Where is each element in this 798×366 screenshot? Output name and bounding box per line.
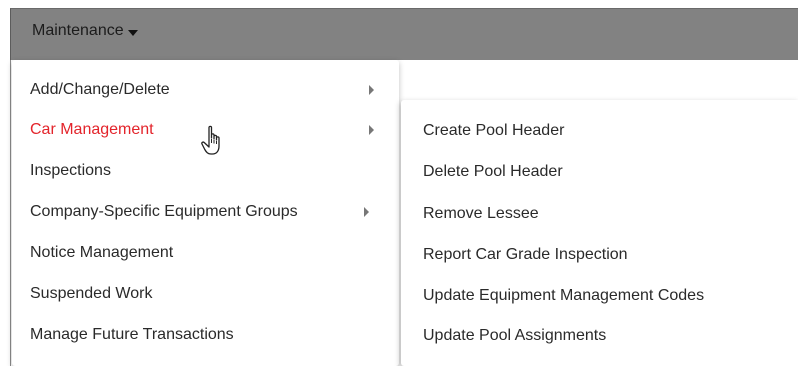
menu-item-label: Manage Future Transactions: [30, 326, 234, 343]
chevron-right-icon: [369, 125, 374, 135]
menu-item-add-change-delete[interactable]: Add/Change/Delete: [12, 70, 399, 110]
hand-pointer-icon: [201, 125, 220, 155]
submenu-item-label: Create Pool Header: [423, 122, 565, 139]
car-management-submenu: Create Pool Header Delete Pool Header Re…: [401, 100, 798, 366]
submenu-item-label: Delete Pool Header: [423, 163, 563, 180]
chevron-right-icon: [364, 207, 369, 217]
menu-item-suspended-work[interactable]: Suspended Work: [12, 274, 399, 314]
navbar: Maintenance: [10, 8, 798, 60]
menu-item-label: Inspections: [30, 162, 111, 179]
page: Maintenance Add/Change/Delete Car Manage…: [0, 0, 798, 366]
submenu-item-update-equipment-management-codes[interactable]: Update Equipment Management Codes: [401, 276, 798, 316]
maintenance-dropdown-menu: Add/Change/Delete Car Management Inspect…: [12, 60, 399, 366]
submenu-item-remove-lessee[interactable]: Remove Lessee: [401, 194, 798, 234]
menu-item-manage-future-transactions[interactable]: Manage Future Transactions: [12, 315, 399, 355]
submenu-item-label: Update Pool Assignments: [423, 327, 607, 344]
page-edge-strip: [10, 60, 11, 366]
submenu-item-update-pool-assignments[interactable]: Update Pool Assignments: [401, 316, 798, 356]
menu-item-label: Add/Change/Delete: [30, 81, 170, 98]
submenu-item-label: Update Equipment Management Codes: [423, 287, 705, 304]
menu-item-company-specific-equipment-groups[interactable]: Company-Specific Equipment Groups: [12, 192, 399, 232]
menu-item-notice-management[interactable]: Notice Management: [12, 233, 399, 273]
submenu-item-report-car-grade-inspection[interactable]: Report Car Grade Inspection: [401, 235, 798, 275]
submenu-item-label: Report Car Grade Inspection: [423, 246, 628, 263]
chevron-right-icon: [369, 85, 374, 95]
caret-down-icon: [127, 29, 138, 36]
submenu-item-create-pool-header[interactable]: Create Pool Header: [401, 111, 798, 151]
maintenance-menu-label: Maintenance: [32, 22, 124, 39]
menu-item-label: Car Management: [30, 121, 154, 138]
menu-item-label: Suspended Work: [30, 285, 153, 302]
menu-item-label: Company-Specific Equipment Groups: [30, 203, 298, 220]
submenu-item-label: Remove Lessee: [423, 205, 539, 222]
submenu-item-delete-pool-header[interactable]: Delete Pool Header: [401, 152, 798, 192]
menu-item-label: Notice Management: [30, 244, 174, 261]
maintenance-menu-button[interactable]: Maintenance: [32, 22, 138, 40]
